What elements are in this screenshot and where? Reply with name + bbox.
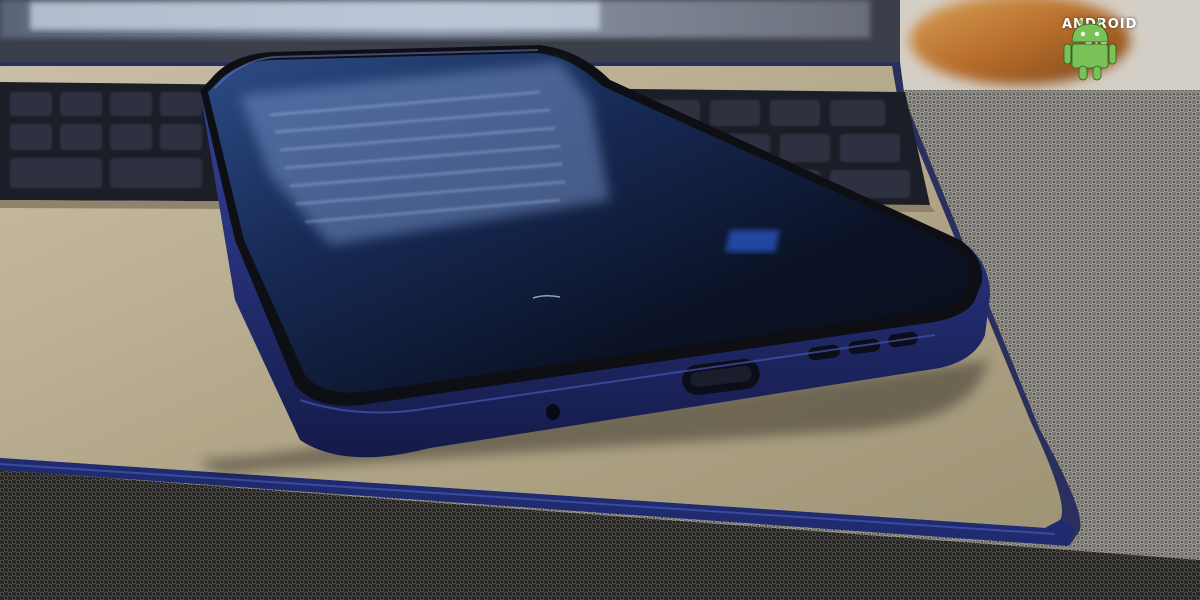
- androidsis-watermark: ANDROID SIS: [1062, 16, 1192, 82]
- photo-scene: ANDROID SIS: [0, 0, 1200, 600]
- photo-illustration: [0, 0, 1200, 600]
- headphone-jack: [546, 404, 560, 420]
- laptop-screen-window: [30, 2, 600, 30]
- reflection-blue-light: [725, 230, 780, 252]
- android-robot-icon: [1063, 18, 1117, 81]
